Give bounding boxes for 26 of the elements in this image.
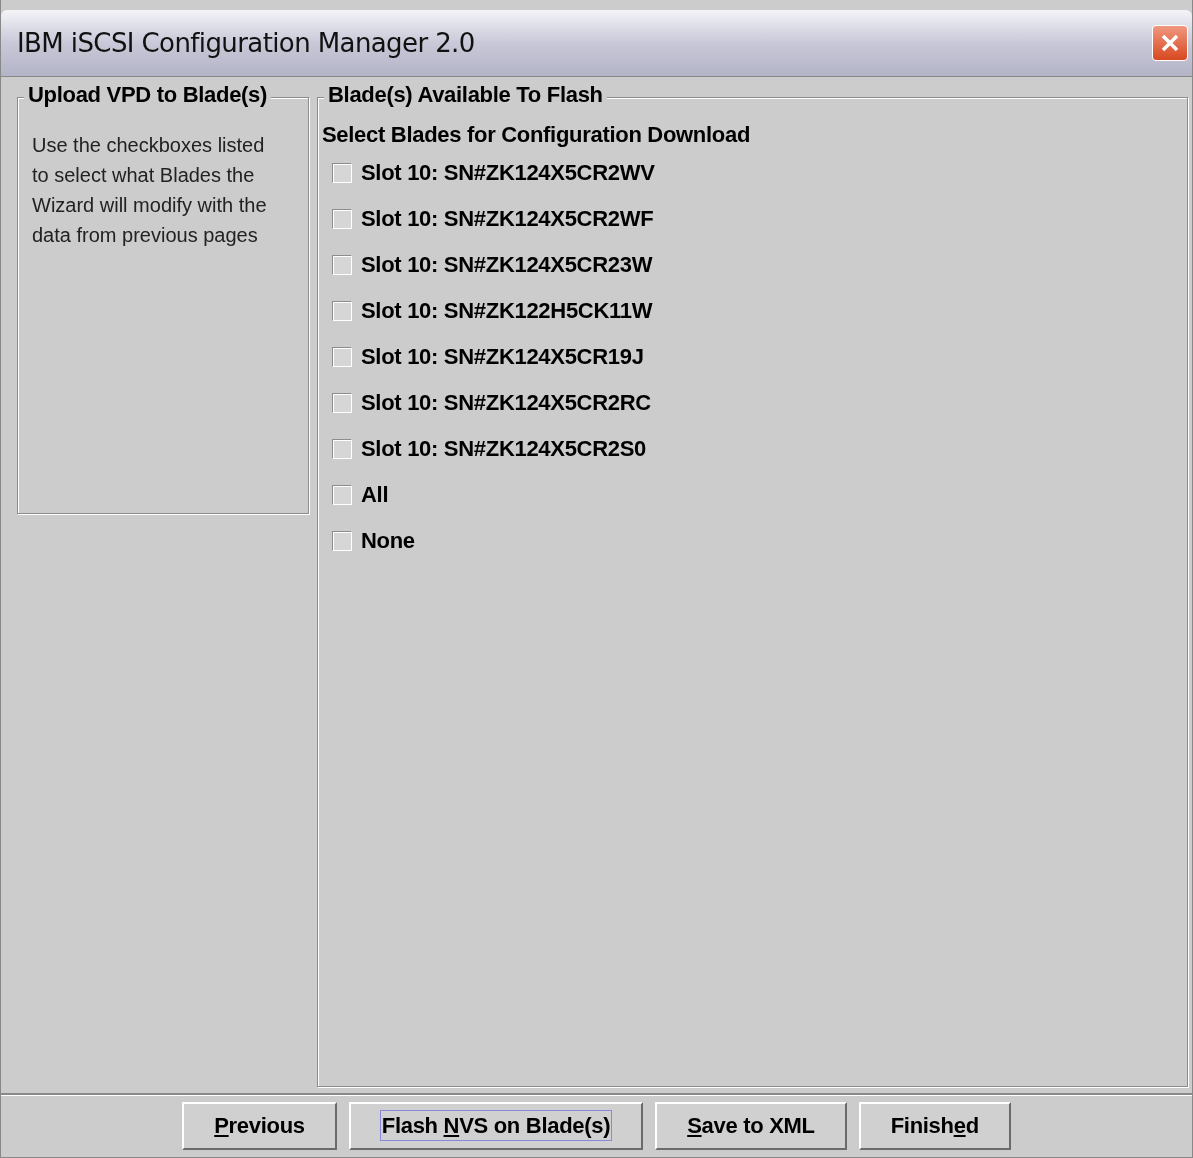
button[interactable]: Save to XML — [655, 1102, 847, 1150]
close-icon[interactable] — [1152, 25, 1188, 61]
button[interactable]: Finished — [858, 1102, 1011, 1150]
checkbox[interactable] — [332, 255, 352, 275]
checkbox-label: Slot 10: SN#ZK122H5CK11W — [361, 298, 653, 324]
checkbox[interactable] — [332, 163, 352, 183]
checkbox-label: Slot 10: SN#ZK124X5CR2S0 — [361, 436, 647, 462]
checkbox-label: Slot 10: SN#ZK124X5CR19J — [361, 344, 644, 370]
checkbox-label: Slot 10: SN#ZK124X5CR23W — [361, 252, 653, 278]
instruction-text: Use the checkboxes listed to select what Blades the Wizard will modify with the data from previous pages — [32, 133, 268, 248]
checkbox-label: None — [361, 528, 415, 554]
checkbox[interactable] — [332, 439, 352, 459]
window-title: IBM iSCSI Configuration Manager 2.0 — [17, 28, 475, 58]
checkbox[interactable] — [332, 393, 352, 413]
checkbox[interactable] — [332, 301, 352, 321]
button[interactable]: Flash NVS on Blade(s) — [348, 1102, 644, 1150]
checkbox-label: Slot 10: SN#ZK124X5CR2RC — [361, 390, 651, 416]
checkbox[interactable] — [332, 531, 352, 551]
checkbox[interactable] — [332, 209, 352, 229]
checkbox-label: Slot 10: SN#ZK124X5CR2WF — [361, 206, 654, 232]
button[interactable]: Previous — [182, 1102, 337, 1150]
checkbox-label: Slot 10: SN#ZK124X5CR2WV — [361, 160, 655, 186]
section-heading: Select Blades for Configuration Download — [322, 122, 752, 148]
checkbox[interactable] — [332, 485, 352, 505]
checkbox[interactable] — [332, 347, 352, 367]
checkbox-label: All — [361, 482, 389, 508]
